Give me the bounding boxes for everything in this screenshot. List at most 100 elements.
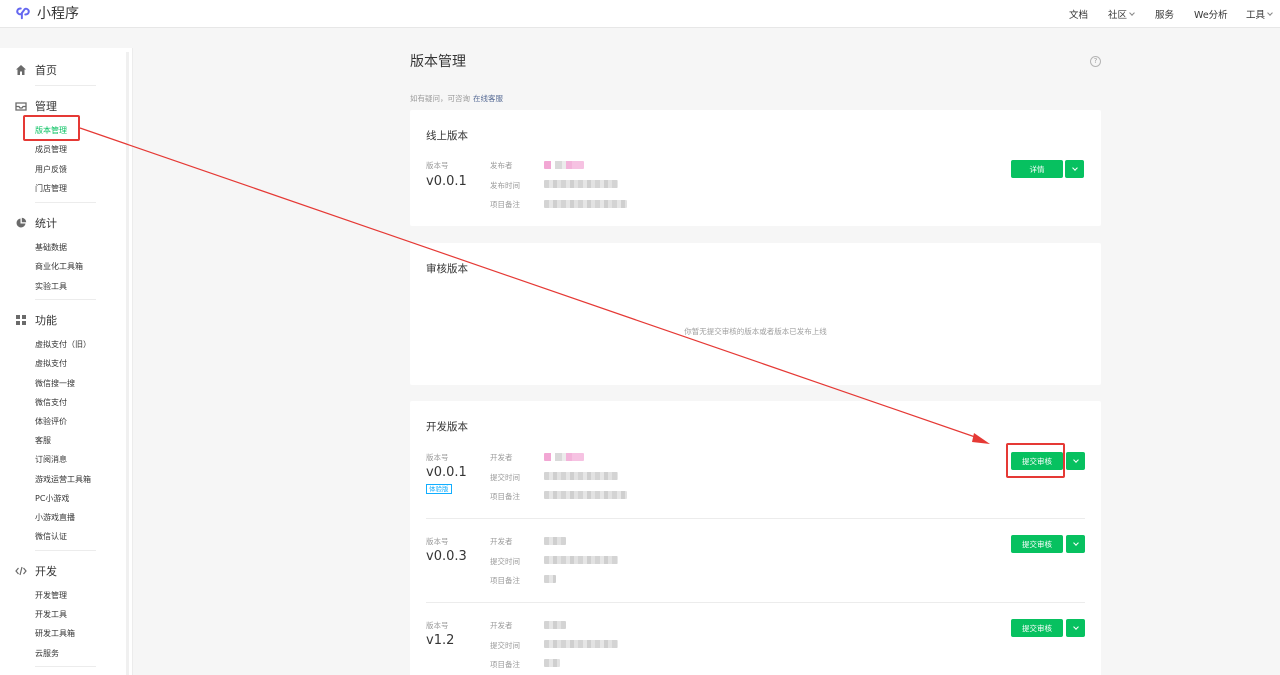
redacted-developer — [544, 453, 584, 461]
version-label: 版本号 — [426, 621, 449, 630]
app-title: 小程序 — [37, 6, 79, 22]
logo[interactable]: 小程序 — [14, 3, 79, 23]
field-label: 项目备注 — [490, 492, 520, 501]
sidebar-divider — [35, 666, 96, 667]
sidebar-section-manage[interactable]: 管理 — [15, 98, 57, 114]
inbox-icon — [15, 102, 27, 111]
detail-dropdown-button[interactable] — [1065, 160, 1084, 178]
online-version-card: 线上版本 版本号 v0.0.1 发布者 发布时间 项目备注 详情 — [410, 110, 1101, 226]
annotation-highlight-submit — [1006, 443, 1065, 478]
field-label: 开发者 — [490, 537, 513, 546]
sidebar-item-subscription-message[interactable]: 订阅消息 — [35, 454, 67, 465]
version-label: 版本号 — [426, 453, 449, 462]
redacted-note — [544, 575, 556, 583]
sidebar-item-experiment-tools[interactable]: 实验工具 — [35, 281, 67, 292]
sidebar-item-minigame-live[interactable]: 小游戏直播 — [35, 512, 75, 523]
version-number: v0.0.1 — [426, 465, 467, 480]
sidebar-section-features[interactable]: 功能 — [15, 312, 57, 328]
dev-version-title: 开发版本 — [426, 421, 468, 433]
help-line: 如有疑问，可咨询 在线客服 — [410, 93, 503, 104]
sidebar-divider — [35, 550, 96, 551]
version-label: 版本号 — [426, 161, 449, 170]
field-label: 开发者 — [490, 453, 513, 462]
field-label: 提交时间 — [490, 473, 520, 482]
redacted-note — [544, 491, 627, 499]
online-support-link[interactable]: 在线客服 — [473, 94, 503, 103]
nav-services[interactable]: 服务 — [1155, 7, 1174, 21]
version-number: v1.2 — [426, 633, 455, 648]
sidebar-scrollbar[interactable] — [126, 52, 129, 675]
field-label: 发布者 — [490, 161, 513, 170]
nav-community[interactable]: 社区 — [1108, 7, 1135, 21]
sidebar-item-game-ops-toolbox[interactable]: 游戏运营工具箱 — [35, 474, 91, 485]
redacted-publish-time — [544, 180, 618, 188]
sidebar-item-wechat-search[interactable]: 微信搜一搜 — [35, 378, 75, 389]
help-text: 如有疑问，可咨询 — [410, 94, 470, 103]
nav-docs[interactable]: 文档 — [1069, 7, 1088, 21]
online-version-title: 线上版本 — [426, 130, 468, 142]
field-label: 提交时间 — [490, 557, 520, 566]
annotation-highlight-sidebar — [23, 115, 80, 141]
sidebar-item-rd-toolbox[interactable]: 研发工具箱 — [35, 628, 75, 639]
code-icon — [15, 566, 27, 576]
submit-review-button[interactable]: 提交审核 — [1011, 535, 1063, 553]
sidebar-border — [132, 48, 133, 675]
top-bar: 小程序 文档 社区 服务 We分析 工具 — [0, 0, 1280, 28]
submit-dropdown-button[interactable] — [1066, 535, 1085, 553]
chevron-down-icon — [1072, 457, 1079, 463]
sidebar-item-pc-minigame[interactable]: PC小游戏 — [35, 493, 69, 504]
sidebar-divider — [35, 85, 96, 86]
field-label: 项目备注 — [490, 200, 520, 209]
sidebar-item-wechat-pay[interactable]: 微信支付 — [35, 397, 67, 408]
redacted-submit-time — [544, 472, 618, 480]
submit-dropdown-button[interactable] — [1066, 619, 1085, 637]
sidebar-item-dev-management[interactable]: 开发管理 — [35, 590, 67, 601]
detail-button[interactable]: 详情 — [1011, 160, 1063, 178]
review-empty-text: 你暂无提交审核的版本或者版本已发布上线 — [684, 327, 827, 336]
field-label: 提交时间 — [490, 641, 520, 650]
trial-version-badge[interactable]: 体验版 — [426, 484, 452, 494]
help-icon[interactable]: ? — [1090, 56, 1101, 67]
field-label: 开发者 — [490, 621, 513, 630]
version-label: 版本号 — [426, 537, 449, 546]
sidebar-item-cloud-service[interactable]: 云服务 — [35, 648, 59, 659]
sidebar-section-develop[interactable]: 开发 — [15, 563, 57, 579]
chevron-down-icon — [1072, 540, 1079, 546]
sidebar-section-home[interactable]: 首页 — [15, 62, 57, 78]
redacted-note — [544, 200, 627, 208]
review-version-title: 审核版本 — [426, 263, 468, 275]
sidebar-item-wechat-verification[interactable]: 微信认证 — [35, 531, 67, 542]
grid-icon — [16, 315, 26, 325]
review-version-card: 审核版本 你暂无提交审核的版本或者版本已发布上线 — [410, 243, 1101, 385]
sidebar-item-experience-rating[interactable]: 体验评价 — [35, 416, 67, 427]
sidebar-item-members[interactable]: 成员管理 — [35, 144, 67, 155]
chevron-down-icon — [1267, 9, 1273, 16]
sidebar-item-dev-tools[interactable]: 开发工具 — [35, 609, 67, 620]
sidebar-item-stores[interactable]: 门店管理 — [35, 183, 67, 194]
nav-we-analytics[interactable]: We分析 — [1194, 7, 1228, 21]
chevron-down-icon — [1071, 165, 1078, 171]
field-label: 发布时间 — [490, 181, 520, 190]
field-label: 项目备注 — [490, 660, 520, 669]
home-icon — [16, 65, 26, 75]
sidebar-item-virtual-pay[interactable]: 虚拟支付 — [35, 358, 67, 369]
submit-dropdown-button[interactable] — [1066, 452, 1085, 470]
sidebar-item-customer-service[interactable]: 客服 — [35, 435, 51, 446]
version-number: v0.0.1 — [426, 174, 467, 189]
sidebar-item-basic-data[interactable]: 基础数据 — [35, 242, 67, 253]
chevron-down-icon — [1129, 9, 1135, 16]
redacted-submit-time — [544, 640, 618, 648]
dev-version-card: 开发版本 版本号 v0.0.1 体验版 开发者 提交时间 项目备注 提交审核 版… — [410, 401, 1101, 675]
submit-review-button[interactable]: 提交审核 — [1011, 619, 1063, 637]
sidebar-item-feedback[interactable]: 用户反馈 — [35, 164, 67, 175]
sidebar-divider — [35, 299, 96, 300]
sidebar-item-commerce-toolbox[interactable]: 商业化工具箱 — [35, 261, 83, 272]
version-number: v0.0.3 — [426, 549, 467, 564]
redacted-submit-time — [544, 556, 618, 564]
sidebar-section-stats[interactable]: 统计 — [15, 215, 57, 231]
sidebar-item-virtual-pay-old[interactable]: 虚拟支付（旧） — [35, 339, 91, 350]
field-label: 项目备注 — [490, 576, 520, 585]
row-divider — [426, 518, 1085, 519]
nav-tools[interactable]: 工具 — [1246, 7, 1273, 21]
page-title: 版本管理 — [410, 54, 466, 70]
